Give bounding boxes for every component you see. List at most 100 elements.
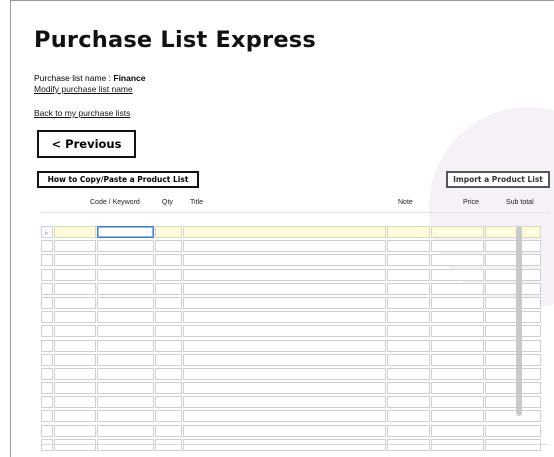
row-selector-cell[interactable] (41, 240, 53, 253)
cell-title[interactable] (183, 240, 386, 253)
cell-blank[interactable] (54, 282, 96, 295)
cell-price[interactable] (431, 396, 484, 409)
cell-subtotal[interactable] (485, 353, 541, 366)
cell-price[interactable] (431, 353, 484, 366)
cell-note[interactable] (387, 226, 430, 238)
cell-price[interactable] (431, 382, 484, 395)
cell-code[interactable] (97, 296, 154, 309)
cell-note[interactable] (387, 339, 430, 352)
cell-title[interactable] (183, 367, 386, 380)
cell-blank[interactable] (54, 226, 96, 238)
cell-code[interactable] (97, 254, 154, 267)
row-selector-cell[interactable] (41, 382, 53, 395)
cell-subtotal[interactable] (485, 396, 541, 409)
cell-qty[interactable] (155, 268, 182, 281)
previous-button[interactable]: < Previous (37, 130, 136, 158)
back-to-lists-link[interactable]: Back to my purchase lists (34, 108, 130, 118)
cell-blank[interactable] (54, 254, 96, 267)
cell-blank[interactable] (54, 353, 96, 366)
cell-code[interactable] (97, 396, 154, 409)
cell-blank[interactable] (54, 410, 96, 423)
cell-blank[interactable] (54, 396, 96, 409)
cell-code[interactable] (97, 410, 154, 423)
cell-blank[interactable] (54, 296, 96, 309)
row-selector-cell[interactable] (41, 339, 53, 352)
cell-note[interactable] (387, 396, 430, 409)
cell-code[interactable] (97, 424, 154, 437)
cell-price[interactable] (431, 311, 484, 324)
cell-blank[interactable] (54, 268, 96, 281)
cell-qty[interactable] (155, 353, 182, 366)
cell-note[interactable] (387, 311, 430, 324)
cell-subtotal[interactable] (485, 339, 541, 352)
cell-title[interactable] (183, 424, 386, 437)
cell-qty[interactable] (155, 396, 182, 409)
cell-code[interactable] (97, 282, 154, 295)
cell-qty[interactable] (155, 282, 182, 295)
cell-code[interactable] (97, 339, 154, 352)
cell-qty[interactable] (155, 367, 182, 380)
cell-title[interactable] (183, 382, 386, 395)
cell-title[interactable] (183, 254, 386, 267)
cell-code[interactable] (97, 268, 154, 281)
cell-qty[interactable] (155, 410, 182, 423)
cell-code[interactable] (97, 311, 154, 324)
cell-blank[interactable] (54, 240, 96, 253)
cell-note[interactable] (387, 240, 430, 253)
row-selector-cell[interactable] (41, 311, 53, 324)
row-selector-cell[interactable] (41, 410, 53, 423)
cell-price[interactable] (431, 268, 484, 281)
row-selector-cell[interactable]: ▹ (41, 226, 53, 238)
row-selector-cell[interactable] (41, 282, 53, 295)
import-product-list-button[interactable]: Import a Product List (446, 171, 550, 188)
row-selector-cell[interactable] (41, 325, 53, 338)
cell-price[interactable] (431, 410, 484, 423)
cell-note[interactable] (387, 296, 430, 309)
cell-price[interactable] (431, 367, 484, 380)
cell-qty[interactable] (155, 325, 182, 338)
cell-subtotal[interactable] (485, 282, 541, 295)
cell-qty[interactable] (155, 382, 182, 395)
cell-price[interactable] (431, 296, 484, 309)
cell-qty[interactable] (155, 296, 182, 309)
cell-note[interactable] (387, 367, 430, 380)
cell-price[interactable] (431, 339, 484, 352)
cell-code[interactable] (97, 240, 154, 253)
how-to-copy-paste-button[interactable]: How to Copy/Paste a Product List (37, 171, 199, 188)
cell-price[interactable] (431, 282, 484, 295)
modify-list-name-link[interactable]: Modify purchase list name (34, 84, 146, 95)
cell-subtotal[interactable] (485, 424, 541, 437)
code-input-focused[interactable] (97, 226, 154, 238)
cell-qty[interactable] (155, 226, 182, 238)
row-selector-cell[interactable] (41, 254, 53, 267)
cell-subtotal[interactable] (485, 367, 541, 380)
cell-title[interactable] (183, 282, 386, 295)
cell-note[interactable] (387, 254, 430, 267)
row-selector-cell[interactable] (41, 396, 53, 409)
cell-price[interactable] (431, 240, 484, 253)
cell-title[interactable] (183, 311, 386, 324)
row-selector-cell[interactable] (41, 424, 53, 437)
cell-note[interactable] (387, 424, 430, 437)
cell-title[interactable] (183, 226, 386, 238)
cell-subtotal[interactable] (485, 382, 541, 395)
cell-title[interactable] (183, 268, 386, 281)
cell-title[interactable] (183, 410, 386, 423)
cell-qty[interactable] (155, 311, 182, 324)
cell-subtotal[interactable] (485, 240, 541, 253)
cell-code[interactable] (97, 353, 154, 366)
cell-subtotal[interactable] (485, 410, 541, 423)
grid-scrollbar[interactable] (516, 226, 522, 416)
cell-blank[interactable] (54, 367, 96, 380)
cell-subtotal[interactable] (485, 311, 541, 324)
cell-subtotal[interactable] (485, 296, 541, 309)
cell-subtotal[interactable] (485, 268, 541, 281)
cell-blank[interactable] (54, 424, 96, 437)
cell-price[interactable] (431, 226, 484, 238)
cell-note[interactable] (387, 410, 430, 423)
cell-blank[interactable] (54, 382, 96, 395)
cell-title[interactable] (183, 396, 386, 409)
cell-note[interactable] (387, 282, 430, 295)
cell-note[interactable] (387, 268, 430, 281)
cell-qty[interactable] (155, 424, 182, 437)
